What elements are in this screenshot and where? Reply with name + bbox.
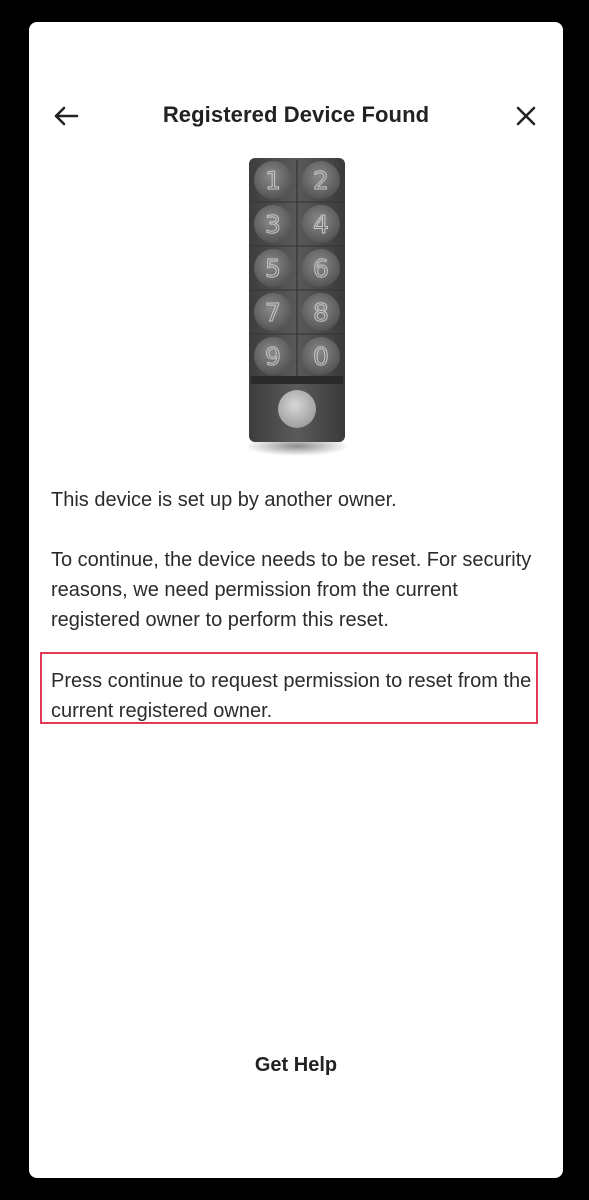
keypad-key-label: 8 [313, 298, 329, 327]
keypad-key-label: 7 [265, 298, 281, 327]
back-button[interactable] [49, 100, 83, 132]
keypad-key-label: 0 [313, 342, 329, 371]
get-help-button[interactable]: Get Help [29, 1054, 563, 1077]
keypad-key-label: 3 [265, 210, 281, 239]
header: Registered Device Found [29, 94, 563, 138]
keypad-key-label: 2 [313, 166, 329, 195]
close-button[interactable] [509, 100, 543, 132]
continue-instruction-text: Press continue to request permission to … [51, 670, 532, 722]
page-title: Registered Device Found [162, 102, 430, 127]
keypad-key-label: 9 [265, 342, 281, 371]
keypad-device-image: 1 2 3 4 5 6 7 8 9 0 [245, 156, 349, 458]
reset-explanation-text: To continue, the device needs to be rese… [51, 549, 532, 631]
keypad-key-label: 6 [313, 254, 329, 283]
arrow-left-icon [54, 106, 79, 126]
close-icon [516, 106, 536, 126]
keypad-key-label: 4 [313, 210, 329, 239]
modal-card: Registered Device Found 1 2 3 4 5 6 7 8 … [29, 22, 563, 1178]
keypad-key-label: 1 [265, 166, 281, 195]
owner-notice-text: This device is set up by another owner. [51, 489, 397, 511]
keypad-key-label: 5 [265, 254, 281, 283]
